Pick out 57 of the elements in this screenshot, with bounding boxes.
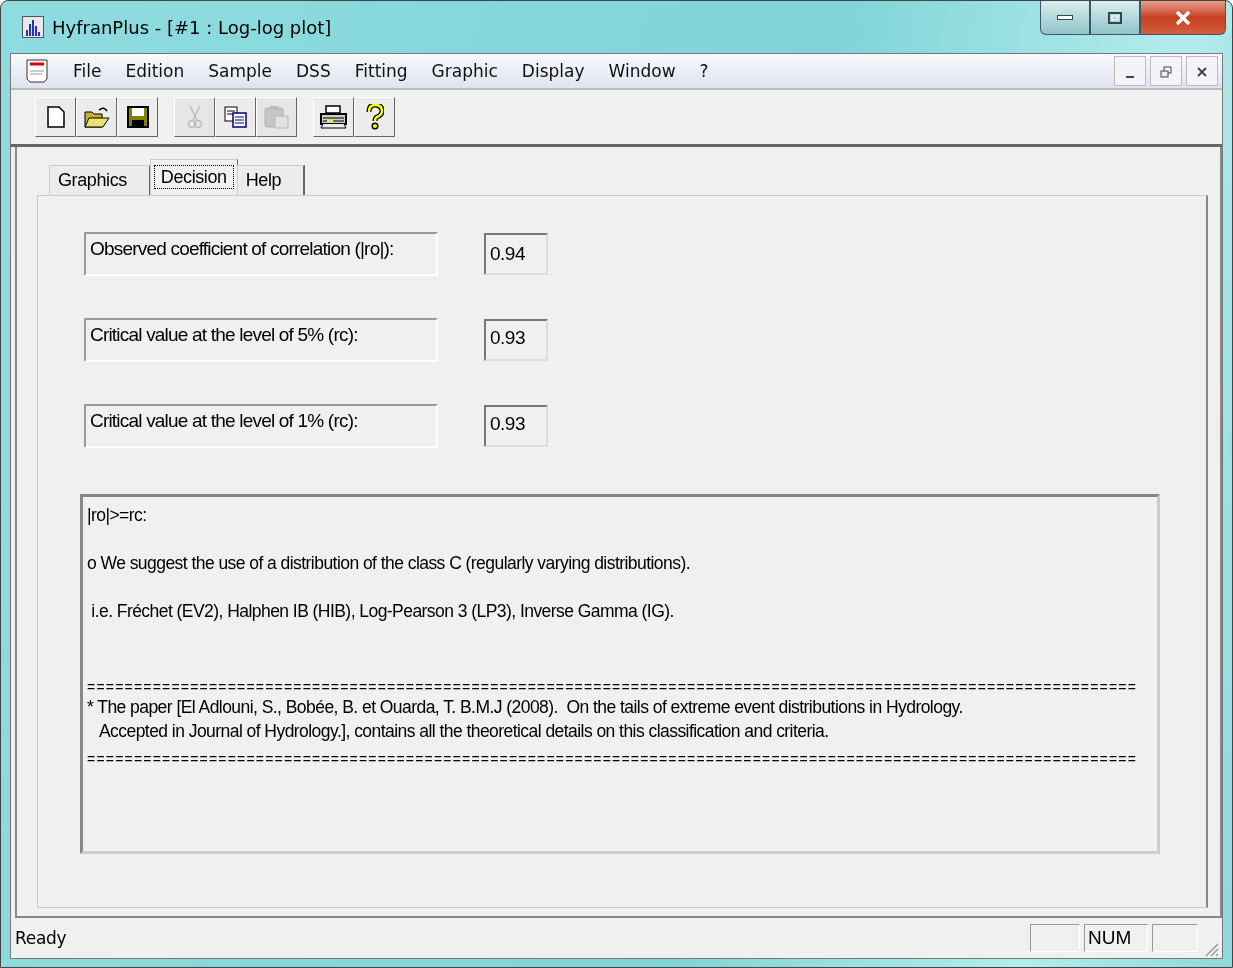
print-button[interactable] — [313, 97, 354, 137]
num-lock-indicator: NUM — [1084, 924, 1148, 952]
report-text-area[interactable] — [80, 494, 1160, 854]
status-pane — [1030, 924, 1080, 952]
copy-button[interactable] — [215, 97, 256, 137]
window-title: HyfranPlus - [#1 : Log-log plot] — [52, 16, 332, 38]
scissors-icon — [186, 105, 203, 129]
page-icon — [46, 106, 65, 128]
report-line: * The paper [El Adlouni, S., Bobée, B. et Ouarda, T. B.M.J (2008). On the tails of extreme event distributions in Hydrology. — [87, 696, 964, 719]
field-label: Observed coefficient of correlation (|ro|): — [84, 232, 438, 276]
copy-icon — [223, 106, 248, 128]
printer-icon — [318, 105, 349, 129]
field-label: Critical value at the level of 1% (rc): — [84, 404, 438, 448]
clipboard-icon — [263, 105, 290, 129]
minimize-button[interactable] — [1040, 1, 1090, 35]
report-line: i.e. Fréchet (EV2), Halphen IB (HIB), Log-Pearson 3 (LP3), Inverse Gamma (IG). — [90, 600, 675, 623]
value-field[interactable]: 0.93 — [484, 319, 548, 361]
menu-item[interactable]: ? — [687, 61, 721, 81]
new-button[interactable] — [35, 97, 76, 137]
menu-item[interactable]: Edition — [113, 61, 197, 81]
separator-line: ================================================================================================================ — [87, 678, 1138, 697]
menu-item[interactable]: Display — [509, 61, 597, 81]
minimize-icon — [1057, 14, 1073, 21]
tab[interactable]: Graphics — [49, 165, 151, 195]
bar-chart-icon — [22, 16, 44, 38]
question-mark-icon — [365, 104, 384, 130]
close-icon — [1174, 10, 1192, 25]
restore-button[interactable] — [1150, 56, 1182, 86]
tab[interactable]: Help — [236, 165, 306, 195]
menu-item[interactable]: Sample — [196, 61, 285, 81]
report-line: |ro|>=rc: — [87, 504, 148, 527]
menu-item[interactable]: DSS — [284, 61, 343, 81]
separator-line: ================================================================================================================ — [87, 750, 1138, 769]
report-line: Accepted in Journal of Hydrology.], contains all the theoretical details on this classification and criteria. — [97, 720, 830, 743]
maximize-icon — [1108, 11, 1122, 24]
menu-item[interactable]: Graphic — [419, 61, 510, 81]
maximize-button[interactable] — [1090, 1, 1140, 35]
help-button[interactable] — [354, 97, 395, 137]
report-line: o We suggest the use of a distribution of the class C (regularly varying distributions). — [87, 552, 691, 575]
minimize-icon — [1126, 76, 1134, 78]
document-icon[interactable] — [25, 59, 51, 83]
status-text: Ready — [15, 928, 67, 948]
field-label: Critical value at the level of 5% (rc): — [84, 318, 438, 362]
save-button[interactable] — [117, 97, 158, 137]
menu-item[interactable]: Fitting — [342, 61, 420, 81]
folder-icon — [83, 106, 110, 128]
menu-item[interactable]: Window — [596, 61, 688, 81]
value-field[interactable]: 0.93 — [484, 405, 548, 447]
close-button[interactable] — [1186, 56, 1218, 86]
menu-item[interactable]: File — [61, 61, 114, 81]
restore-icon — [1160, 66, 1172, 78]
value-field[interactable]: 0.94 — [484, 233, 548, 275]
close-button[interactable] — [1140, 1, 1226, 35]
tab[interactable]: Decision — [149, 159, 238, 195]
open-button[interactable] — [76, 97, 117, 137]
close-icon — [1196, 66, 1208, 78]
status-pane — [1152, 924, 1198, 952]
